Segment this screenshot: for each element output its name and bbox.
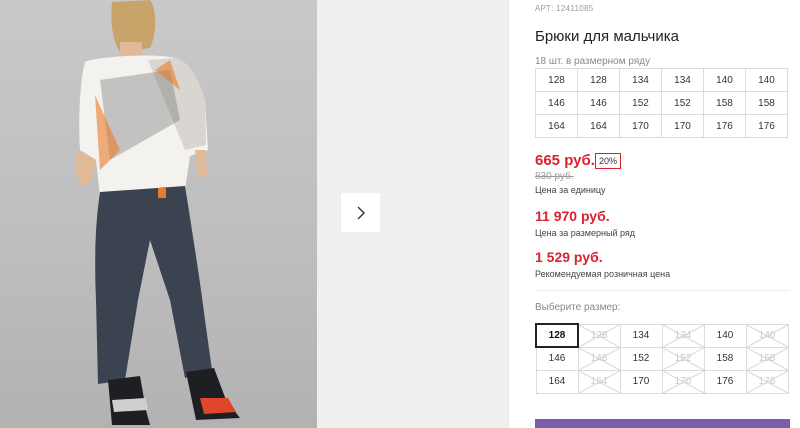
unit-price-label: Цена за единицу	[535, 185, 606, 195]
size-option[interactable]: 140	[703, 323, 747, 348]
size-option[interactable]: 164	[535, 369, 579, 394]
size-option-label: 128	[548, 330, 566, 341]
size-option-label: 152	[632, 353, 650, 364]
pack-note: 18 шт. в размерном ряду	[535, 56, 651, 67]
set-price-label: Цена за размерный ряд	[535, 228, 636, 238]
boy-in-pants-image	[75, 0, 240, 425]
size-option[interactable]: 146	[535, 346, 579, 371]
set-price: 11 970 руб.	[535, 208, 610, 224]
unit-price: 665 руб.	[535, 152, 595, 169]
pack-size-cell: 176	[745, 114, 788, 138]
pack-size-cell: 164	[535, 114, 578, 138]
divider	[535, 290, 790, 291]
pack-size-cell: 140	[703, 68, 746, 92]
size-option-label: 158	[716, 353, 734, 364]
pack-size-cell: 146	[535, 91, 578, 115]
unavailable-cross-icon	[746, 347, 788, 370]
unavailable-cross-icon	[579, 324, 620, 347]
pack-size-cell: 170	[619, 114, 662, 138]
pack-size-cell: 140	[745, 68, 788, 92]
size-option-unavailable: 176	[745, 369, 789, 394]
size-option-label: 146	[548, 353, 566, 365]
size-option-unavailable: 140	[745, 323, 789, 348]
pack-size-cell: 152	[661, 91, 704, 115]
choose-size-label: Выберите размер:	[535, 302, 621, 313]
pack-size-cell: 134	[661, 68, 704, 92]
size-row: 128 128 134 134 140 140	[535, 323, 789, 348]
pack-size-row: 128 128 134 134 140 140	[535, 68, 788, 92]
rrp-price: 1 529 руб.	[535, 249, 603, 265]
pack-size-cell: 164	[577, 114, 620, 138]
unavailable-cross-icon	[662, 347, 704, 370]
pack-size-cell: 158	[703, 91, 746, 115]
pack-size-cell: 128	[535, 68, 578, 92]
chevron-right-icon	[357, 206, 365, 219]
size-option[interactable]: 158	[703, 346, 747, 371]
unavailable-cross-icon	[578, 347, 620, 370]
size-option-unavailable: 170	[661, 369, 705, 394]
size-row: 164 164 170 170 176 176	[535, 369, 789, 394]
pack-size-row: 146 146 152 152 158 158	[535, 91, 788, 115]
size-option-label: 170	[632, 376, 650, 387]
unavailable-cross-icon	[662, 370, 704, 393]
unavailable-cross-icon	[662, 324, 704, 347]
add-to-cart-button[interactable]	[535, 419, 790, 428]
product-title: Брюки для мальчика	[535, 28, 679, 45]
article-number: АРТ: 12411085	[535, 4, 594, 13]
pack-size-cell: 170	[661, 114, 704, 138]
next-image-button[interactable]	[341, 193, 380, 232]
pack-size-cell: 176	[703, 114, 746, 138]
pack-size-cell: 152	[619, 91, 662, 115]
size-row: 146 146 152 152 158 158	[535, 346, 789, 371]
pack-size-cell: 146	[577, 91, 620, 115]
size-selector[interactable]: 1281281341341401401461461521521581581641…	[535, 323, 789, 394]
size-option[interactable]: 152	[619, 346, 663, 371]
size-option-label: 134	[632, 330, 650, 341]
pack-size-cell: 158	[745, 91, 788, 115]
size-option-unavailable: 128	[577, 323, 621, 348]
size-option-label: 164	[548, 376, 566, 387]
discount-badge: 20%	[595, 153, 622, 169]
pack-size-cell: 128	[577, 68, 620, 92]
size-option-unavailable: 134	[661, 323, 705, 348]
rrp-price-label: Рекомендуемая розничная цена	[535, 269, 671, 279]
size-option-unavailable: 158	[745, 346, 789, 371]
size-option-label: 176	[716, 376, 734, 387]
size-option-unavailable: 152	[661, 346, 705, 371]
product-photo[interactable]	[0, 0, 317, 428]
old-price: 830 руб.	[535, 171, 574, 182]
size-option-label: 140	[716, 330, 734, 341]
unavailable-cross-icon	[746, 370, 788, 393]
size-option[interactable]: 134	[619, 323, 663, 348]
size-option[interactable]: 176	[703, 369, 747, 394]
unavailable-cross-icon	[578, 370, 620, 393]
size-option-unavailable: 164	[577, 369, 621, 394]
unavailable-cross-icon	[746, 324, 788, 347]
pack-size-row: 164 164 170 170 176 176	[535, 114, 788, 138]
pack-sizes-table: 128 128 134 134 140 140 146 146 152 152 158 158 164 1…	[535, 68, 788, 138]
size-option[interactable]: 128	[535, 323, 579, 348]
panel-divider	[508, 0, 509, 428]
size-option[interactable]: 170	[619, 369, 663, 394]
size-option-unavailable: 146	[577, 346, 621, 371]
pack-size-cell: 134	[619, 68, 662, 92]
